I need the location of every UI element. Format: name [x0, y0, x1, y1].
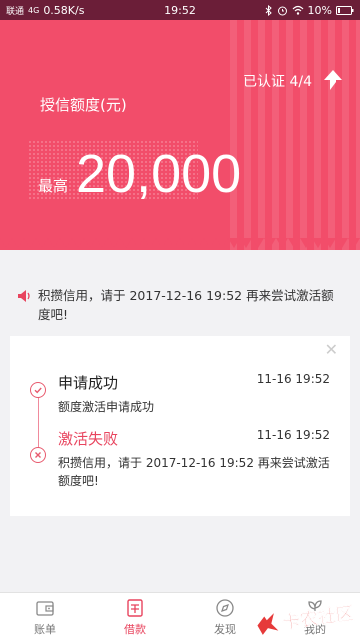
timeline-title-success: 申请成功 [58, 374, 119, 392]
activation-status-card: ✕ 申请成功 11-16 19:52 额度激活申请成功 激活失败 11-16 1… [10, 336, 350, 516]
clock: 19:52 [164, 3, 196, 17]
loan-icon [127, 598, 143, 617]
nav-item-loan[interactable]: 借款 [90, 593, 180, 640]
carrier-label: 联通 [6, 6, 25, 17]
timeline-desc-failed: 积攒信用，请于 2017-12-16 19:52 再来尝试激活额度吧! [58, 456, 330, 488]
hero-zigzag-edge [0, 238, 360, 248]
wallet-icon [36, 600, 54, 616]
timeline-time-failed: 11-16 19:52 [256, 428, 330, 442]
speaker-icon [18, 290, 30, 302]
arrow-up-icon [324, 70, 342, 90]
watermark-mark-icon [257, 613, 279, 635]
discover-icon [216, 598, 234, 617]
success-check-icon [30, 382, 46, 398]
nav-label-loan: 借款 [124, 622, 146, 636]
battery-icon [336, 5, 354, 15]
timeline-time-success: 11-16 19:52 [256, 372, 330, 386]
network-speed: 0.58K/s [43, 3, 85, 17]
nav-item-bills[interactable]: 账单 [0, 593, 90, 640]
credit-hero: 已认证 4/4 授信额度(元) 最高 20,000 [0, 20, 360, 250]
notice-banner: 积攒信用，请于 2017-12-16 19:52 再来尝试激活额度吧! [16, 286, 346, 324]
hero-stripes [230, 20, 360, 250]
status-left: 联通 4G 0.58K/s [6, 4, 84, 17]
credit-amount-row: 最高 20,000 [38, 144, 241, 204]
battery-level: 10% [307, 3, 332, 17]
failed-x-icon [30, 447, 46, 463]
verified-label: 已认证 4/4 [243, 74, 312, 90]
credit-amount: 20,000 [76, 144, 242, 204]
alarm-icon [277, 6, 287, 15]
status-bar: 联通 4G 0.58K/s 19:52 10% [0, 0, 360, 20]
wifi-icon [292, 5, 303, 15]
nav-label-bills: 账单 [34, 622, 56, 636]
notice-text: 积攒信用，请于 2017-12-16 19:52 再来尝试激活额度吧! [38, 288, 334, 322]
credit-limit-label: 授信额度(元) [40, 96, 127, 114]
close-icon[interactable]: ✕ [325, 340, 338, 359]
nav-label-discover: 发现 [214, 622, 236, 636]
status-right: 10% [265, 4, 354, 17]
verification-status[interactable]: 已认证 4/4 [243, 68, 344, 94]
bluetooth-icon [265, 4, 272, 16]
timeline-title-failed: 激活失败 [58, 430, 119, 448]
amount-prefix: 最高 [38, 177, 69, 195]
signal-label: 4G [28, 5, 40, 15]
timeline-desc-success: 额度激活申请成功 [58, 400, 155, 414]
